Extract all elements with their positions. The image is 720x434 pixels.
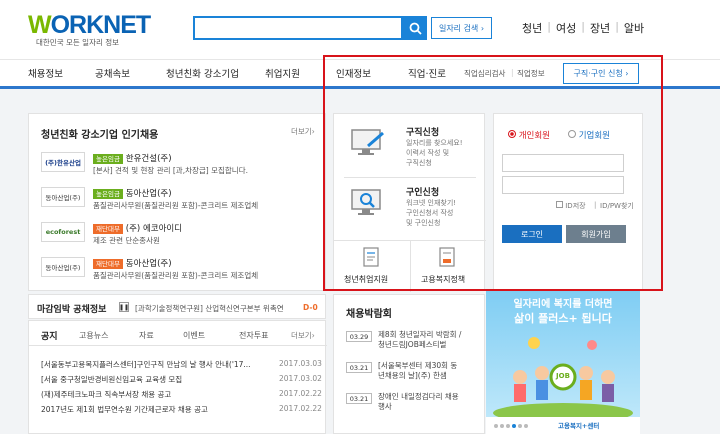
notice-date: 2017.03.03 [279, 359, 322, 368]
fair-item[interactable]: 장애인 내일정검다리 채용 [378, 392, 459, 402]
fair-item[interactable]: 년채용의 날](주) 한샘 [378, 371, 447, 381]
tab-event[interactable]: 이벤트 [183, 330, 205, 341]
company-desc[interactable]: 품질관리사무원(품질관리원 포함)-콘크리트 제조업체 [93, 200, 258, 211]
chevron-right-icon: › [311, 127, 315, 136]
gnb-item-youth-company[interactable]: 청년친화 강소기업 [166, 66, 239, 80]
notice-date: 2017.03.02 [279, 374, 322, 383]
deadline-title: 마감임박 공채정보 [37, 305, 107, 315]
company-logo[interactable]: ecoforest [41, 222, 85, 242]
dday-label: D-0 [303, 303, 318, 312]
badge-high-wage: 높은임금 [93, 189, 123, 199]
fair-date: 03.21 [346, 362, 372, 373]
fair-date: 03.21 [346, 393, 372, 404]
banner-pagination[interactable] [494, 421, 528, 431]
toplink-senior[interactable]: 장년 [590, 20, 610, 36]
company-row[interactable]: 재단대부 (주) 에코아이디 [93, 222, 182, 234]
badge-welfare: 재단대부 [93, 259, 123, 269]
search-button[interactable] [403, 16, 427, 40]
company-name: 동아산업(주) [125, 189, 172, 199]
fair-date: 03.29 [346, 331, 372, 342]
notice-item[interactable]: (재)제주테크노파크 직속부서장 채용 공고 [41, 389, 171, 400]
badge-high-wage: 높은임금 [93, 154, 123, 164]
chevron-right-icon: › [311, 331, 315, 340]
company-logo[interactable]: (주)한유산업 [41, 152, 85, 172]
company-desc[interactable]: 품질관리사무원(품질관리원 포함)-콘크리트 제조업체 [93, 270, 258, 281]
notice-panel: 공지 고용뉴스 자료 이벤트 전자투표 더보기› [서울동부고용복지플러스센터]… [28, 320, 327, 434]
tab-news[interactable]: 고용뉴스 [79, 330, 108, 341]
company-desc[interactable]: [본사] 견적 및 현장 관리 [과,차장급] 모집합니다. [93, 165, 248, 176]
notice-date: 2017.02.22 [279, 404, 322, 413]
notice-item[interactable]: 2017년도 제1회 법무연수원 기간제근로자 채용 공고 [41, 404, 208, 415]
youth-company-panel: 청년친화 강소기업 인기채용 더보기› (주)한유산업 높은임금 한유건설(주)… [28, 113, 326, 291]
fair-title: 채용박람회 [346, 309, 392, 320]
badge-welfare: 재단대부 [93, 224, 123, 234]
search-icon [409, 22, 422, 35]
highlight-box [323, 55, 663, 291]
banner-line2: 삶이 플러스+ 됩니다 [514, 312, 612, 325]
tab-notice[interactable]: 공지 [41, 329, 58, 342]
chevron-right-icon: › [480, 23, 485, 33]
company-row[interactable]: 높은임금 동아산업(주) [93, 187, 172, 199]
job-badge: JOB [556, 372, 570, 380]
more-link[interactable]: 더보기› [291, 330, 315, 341]
tab-data[interactable]: 자료 [139, 330, 154, 341]
gnb-item-jobs[interactable]: 채용정보 [28, 66, 63, 80]
fair-item[interactable]: 제8회 청년일자리 박람회 / [378, 330, 461, 340]
company-name: 동아산업(주) [125, 259, 172, 269]
fair-item[interactable]: [서울북부센터 제30회 동 [378, 361, 457, 371]
deadline-bar: 마감임박 공채정보 ❚❚ [과학기술정책연구원] 산업혁신연구본부 위촉연 D-… [28, 294, 326, 319]
gnb-item-employment-support[interactable]: 취업지원 [265, 66, 300, 80]
tab-vote[interactable]: 전자투표 [239, 330, 268, 341]
fair-item[interactable]: 행사 [378, 402, 392, 412]
company-name: (주) 에코아이디 [125, 224, 183, 234]
notice-item[interactable]: [서울 중구청일반경비원신임교육 교육생 모집 [41, 374, 182, 385]
job-search-button[interactable]: 일자리 검색 › [431, 17, 492, 39]
banner-footer-logo: 고용복지+센터 [558, 422, 600, 430]
company-name: 한유건설(주) [125, 154, 172, 164]
toplink-parttime[interactable]: 알바 [624, 20, 644, 36]
company-row[interactable]: 재단대부 동아산업(주) [93, 257, 172, 269]
deadline-text[interactable]: [과학기술정책연구원] 산업혁신연구본부 위촉연 [135, 303, 297, 314]
notice-item[interactable]: [서울동부고용복지플러스센터]구인구직 만남의 날 행사 안내('17... [41, 359, 291, 370]
welfare-banner[interactable]: 일자리에 복지를 더하면 삶이 플러스+ 됩니다 JOB 고용복지+센터 [486, 291, 640, 434]
job-fair-panel: 채용박람회 03.29 제8회 청년일자리 박람회 / 청년드림JOB페스티벌 … [333, 294, 485, 434]
fair-item[interactable]: 청년드림JOB페스티벌 [378, 340, 446, 350]
logo-tagline: 대한민국 모든 일자리 정보 [36, 38, 120, 47]
more-link[interactable]: 더보기› [291, 126, 315, 137]
toplink-youth[interactable]: 청년 [522, 20, 542, 36]
banner-line1: 일자리에 복지를 더하면 [513, 299, 613, 310]
pause-icon[interactable]: ❚❚ [119, 302, 129, 312]
company-row[interactable]: 높은임금 한유건설(주) [93, 152, 172, 164]
worknet-logo[interactable]: WORKNET 대한민국 모든 일자리 정보 [28, 10, 158, 48]
company-logo[interactable]: 동아산업(주) [41, 257, 85, 277]
search-input[interactable] [193, 16, 403, 40]
toplink-women[interactable]: 여성 [556, 20, 576, 36]
top-links: 청년 | 여성 | 장년 | 알바 [522, 20, 645, 36]
company-desc[interactable]: 제조 관련 단순종사원 [93, 235, 160, 246]
panel-title: 청년친화 강소기업 인기채용 [41, 130, 159, 141]
notice-date: 2017.02.22 [279, 389, 322, 398]
gnb-item-openrecruit[interactable]: 공채속보 [95, 66, 130, 80]
company-logo[interactable]: 동아산업(주) [41, 187, 85, 207]
logo-wordmark: WORKNET [28, 11, 151, 39]
